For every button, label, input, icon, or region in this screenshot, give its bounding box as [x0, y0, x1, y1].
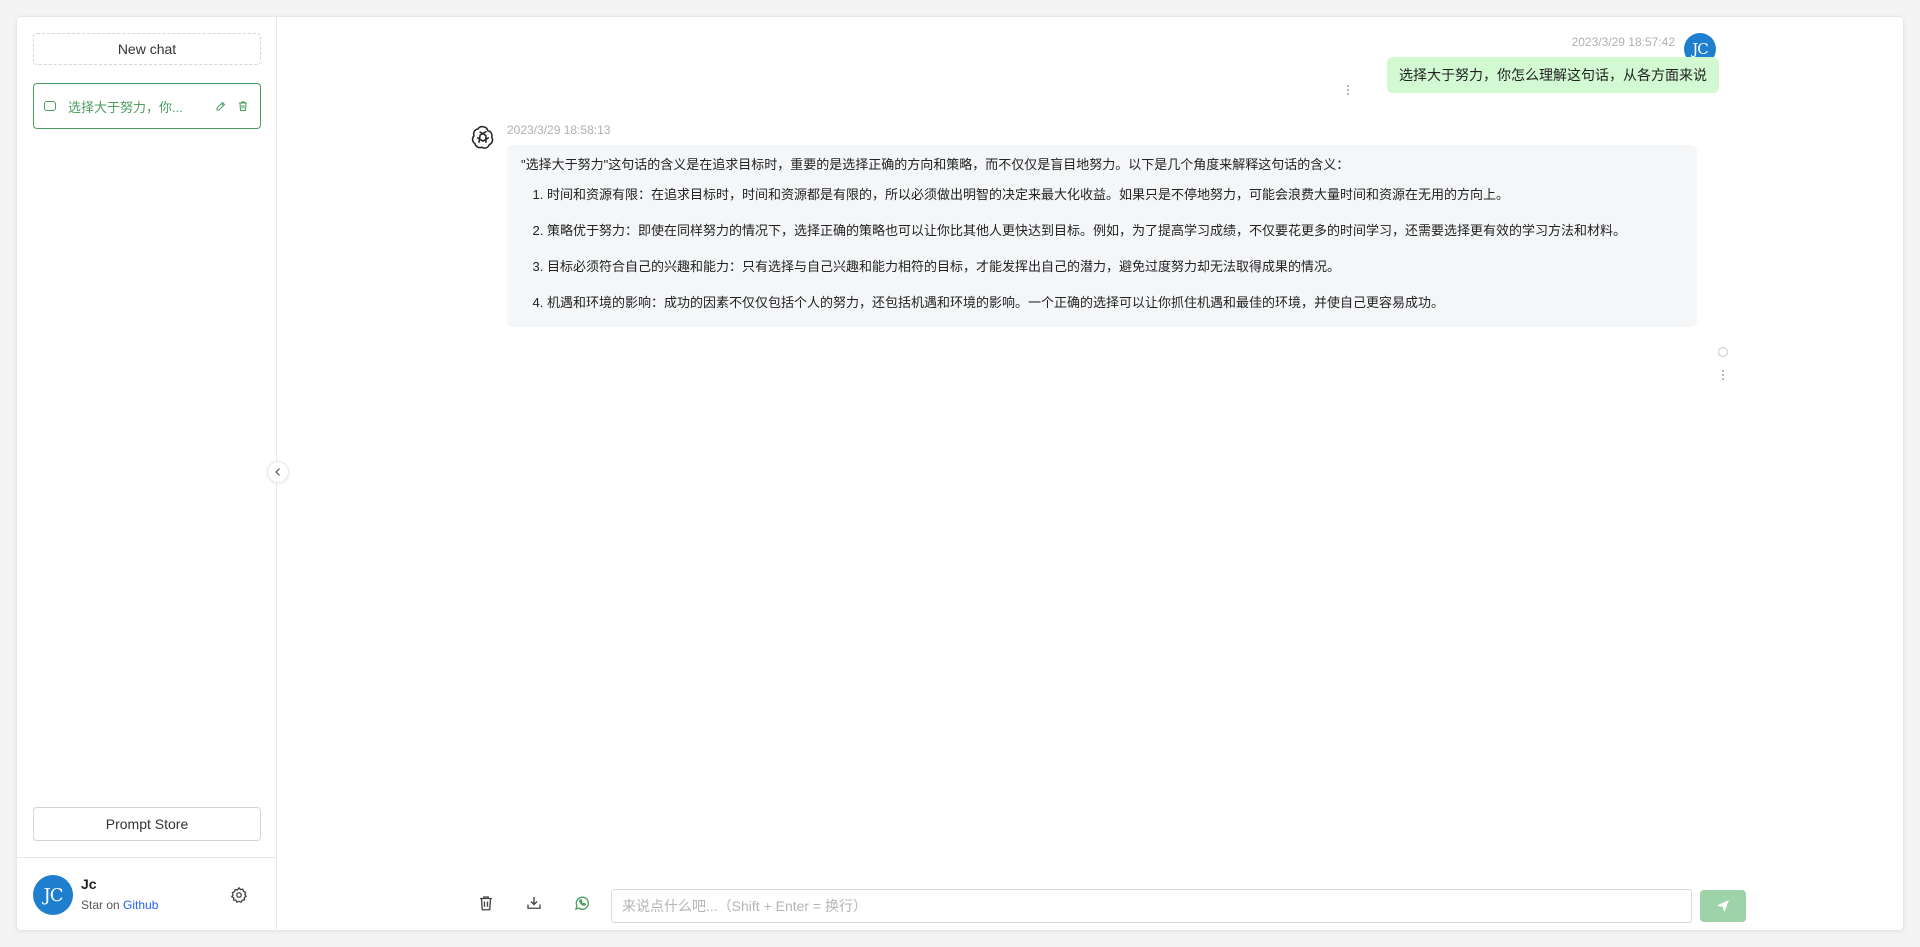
user-panel: JC Jc Star on Github	[17, 857, 276, 932]
send-button[interactable]	[1700, 890, 1746, 922]
message-timestamp: 2023/3/29 18:58:13	[507, 123, 611, 137]
sidebar: New chat 选择大于努力，你... Prompt Store JC Jc …	[17, 17, 277, 930]
copy-icon[interactable]	[1718, 347, 1728, 357]
github-link[interactable]: Github	[123, 898, 158, 912]
avatar: JC	[33, 875, 73, 915]
edit-icon[interactable]	[214, 99, 228, 113]
new-chat-label: New chat	[117, 41, 177, 57]
prompt-store-label: Prompt Store	[105, 816, 189, 832]
assistant-points-list: 时间和资源有限：在追求目标时，时间和资源都是有限的，所以必须做出明智的决定来最大…	[521, 185, 1685, 313]
chat-input-bar	[278, 877, 1905, 927]
app-window: New chat 选择大于努力，你... Prompt Store JC Jc …	[16, 16, 1904, 931]
trash-icon[interactable]	[236, 99, 250, 113]
more-options-icon[interactable]	[1346, 85, 1350, 95]
gear-icon[interactable]	[229, 885, 249, 905]
list-item: 策略优于努力：即使在同样努力的情况下，选择正确的策略也可以让你比其他人更快达到目…	[547, 221, 1685, 241]
chat-bubble-icon	[44, 101, 56, 111]
trash-icon[interactable]	[476, 893, 496, 913]
assistant-intro-text: "选择大于努力"这句话的含义是在追求目标时，重要的是选择正确的方向和策略，而不仅…	[521, 157, 1350, 172]
message-timestamp: 2023/3/29 18:57:42	[1571, 35, 1675, 49]
assistant-message-bubble: "选择大于努力"这句话的含义是在追求目标时，重要的是选择正确的方向和策略，而不仅…	[507, 145, 1697, 327]
user-description: Star on Github	[81, 898, 158, 912]
list-item: 机遇和环境的影响：成功的因素不仅仅包括个人的努力，还包括机遇和环境的影响。一个正…	[547, 293, 1685, 313]
send-icon	[1717, 900, 1729, 912]
list-item: 目标必须符合自己的兴趣和能力：只有选择与自己兴趣和能力相符的目标，才能发挥出自己…	[547, 257, 1685, 277]
new-chat-button[interactable]: New chat	[33, 33, 261, 65]
avatar-initials: JC	[43, 884, 64, 906]
user-message-bubble: 选择大于努力，你怎么理解这句话，从各方面来说	[1387, 57, 1719, 93]
openai-logo-icon	[468, 122, 498, 152]
list-item: 时间和资源有限：在追求目标时，时间和资源都是有限的，所以必须做出明智的决定来最大…	[547, 185, 1685, 205]
avatar-initials: JC	[1692, 40, 1708, 58]
user-name: Jc	[81, 876, 97, 892]
chat-main: 2023/3/29 18:57:42 JC 选择大于努力，你怎么理解这句话，从各…	[278, 17, 1905, 930]
whatsapp-icon[interactable]	[572, 893, 592, 913]
chat-history-title: 选择大于努力，你...	[68, 99, 183, 115]
chat-history-item[interactable]: 选择大于努力，你...	[33, 83, 261, 129]
download-icon[interactable]	[524, 893, 544, 913]
user-desc-prefix: Star on	[81, 898, 124, 912]
prompt-store-button[interactable]: Prompt Store	[33, 807, 261, 841]
more-options-icon[interactable]	[1721, 370, 1725, 380]
user-message-text: 选择大于努力，你怎么理解这句话，从各方面来说	[1399, 67, 1707, 83]
chat-input[interactable]	[611, 889, 1692, 923]
